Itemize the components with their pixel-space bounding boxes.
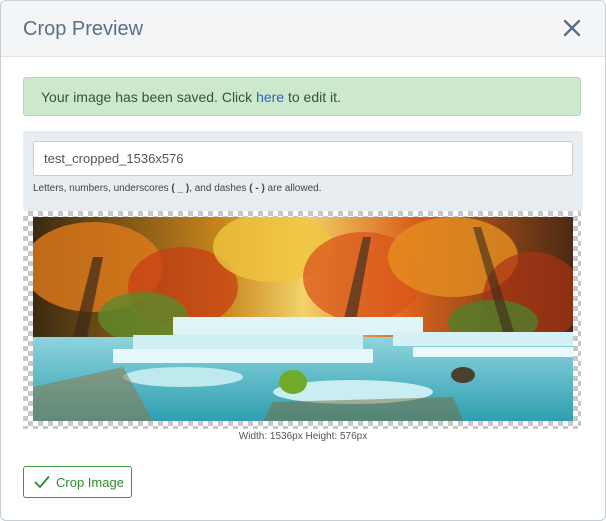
help-text-1: Letters, numbers, underscores — [33, 183, 172, 194]
edit-link[interactable]: here — [256, 89, 284, 105]
alert-text-after: to edit it. — [284, 89, 341, 105]
crop-button-label: Crop Image — [56, 474, 124, 490]
image-dimensions: Width: 1536px Height: 576px — [238, 431, 368, 442]
checkmark-icon — [34, 476, 50, 488]
crop-image-button[interactable]: Crop Image — [23, 466, 132, 498]
cropped-image-preview — [33, 217, 573, 421]
modal-header: Crop Preview — [1, 1, 605, 57]
success-alert: Your image has been saved. Click here to… — [23, 77, 581, 116]
help-dash: ( - ) — [249, 183, 265, 194]
filename-input[interactable] — [33, 141, 573, 176]
crop-preview-area — [23, 211, 581, 429]
modal-title: Crop Preview — [23, 18, 144, 40]
help-text-2: , and dashes — [189, 183, 250, 194]
filename-help: Letters, numbers, underscores ( _ ), and… — [33, 183, 321, 194]
filename-panel: Letters, numbers, underscores ( _ ), and… — [23, 131, 583, 211]
alert-text-before: Your image has been saved. Click — [41, 89, 257, 105]
help-text-3: are allowed. — [264, 183, 322, 194]
crop-preview-modal: Crop Preview Your image has been saved. … — [0, 0, 606, 521]
help-underscore: ( _ ) — [171, 183, 190, 194]
close-icon[interactable] — [561, 17, 583, 39]
